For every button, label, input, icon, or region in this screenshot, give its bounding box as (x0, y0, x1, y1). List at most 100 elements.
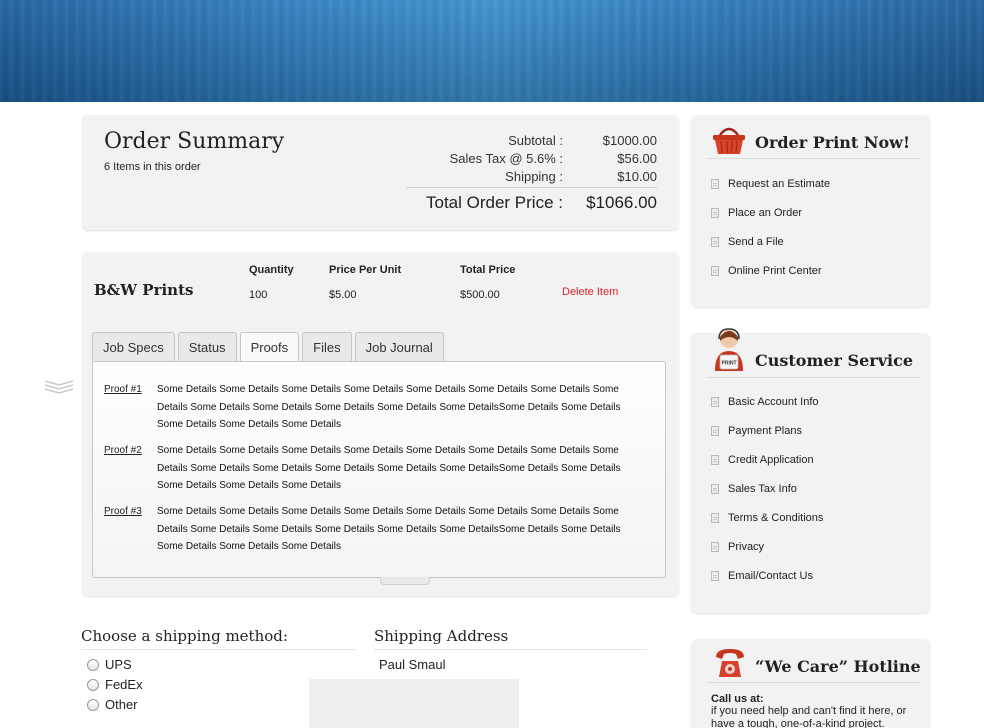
link-label: Payment Plans (728, 425, 802, 437)
basket-icon (713, 127, 745, 154)
sales-tax-value: $56.00 (617, 151, 657, 166)
order-print-now-panel: Order Print Now! Request an Estimate Pla… (691, 115, 930, 307)
total-order-price-value: $1066.00 (586, 193, 657, 212)
divider (707, 682, 920, 683)
link-sales-tax-info[interactable]: Sales Tax Info (711, 483, 797, 495)
tab-job-specs[interactable]: Job Specs (92, 332, 175, 362)
document-icon (711, 208, 719, 218)
total-price-header: Total Price (460, 264, 516, 276)
order-item-panel: B&W Prints Quantity 100 Price Per Unit $… (82, 252, 679, 596)
link-online-print-center[interactable]: Online Print Center (711, 265, 822, 277)
totals-list: Subtotal : $1000.00 Sales Tax @ 5.6% : $56… (397, 132, 657, 186)
link-terms-conditions[interactable]: Terms & Conditions (711, 512, 823, 524)
price-per-unit-value: $5.00 (329, 289, 357, 301)
total-order-price-label: Total Order Price : (426, 193, 563, 212)
radio-button[interactable] (87, 678, 99, 691)
item-tabs: Job Specs Status Proofs Files Job Journa… (92, 332, 444, 363)
shipping-option-ups[interactable]: UPS (87, 657, 132, 672)
proof-details: Some Details Some Details Some Details S… (157, 445, 621, 491)
shipping-cost-value: $10.00 (617, 169, 657, 184)
shipping-option-other[interactable]: Other (87, 697, 138, 712)
link-label: Privacy (728, 541, 765, 553)
proof-entry: Proof #1 Some Details Some Details Some … (104, 381, 634, 434)
link-place-order[interactable]: Place an Order (711, 207, 802, 219)
document-icon (711, 266, 719, 276)
tab-files[interactable]: Files (302, 332, 352, 362)
order-summary-title: Order Summary (104, 129, 285, 154)
link-email-contact[interactable]: Email/Contact Us (711, 570, 813, 582)
link-label: Credit Application (728, 454, 814, 466)
divider (707, 377, 920, 378)
link-request-estimate[interactable]: Request an Estimate (711, 178, 830, 190)
link-label: Terms & Conditions (728, 512, 824, 524)
document-icon (711, 397, 719, 407)
document-icon (711, 455, 719, 465)
quantity-value: 100 (249, 289, 268, 301)
proof-details: Some Details Some Details Some Details S… (157, 506, 621, 552)
document-icon (711, 237, 719, 247)
proof-details: Some Details Some Details Some Details S… (157, 384, 621, 430)
subtotal-label: Subtotal : (508, 133, 563, 148)
link-label: Sales Tax Info (728, 483, 797, 495)
radio-button[interactable] (87, 658, 99, 671)
item-name: B&W Prints (94, 281, 194, 299)
link-label: Basic Account Info (728, 396, 819, 408)
items-count: 6 Items in this order (104, 161, 201, 173)
proof-entry: Proof #3 Some Details Some Details Some … (104, 503, 634, 556)
shipping-method-title: Choose a shipping method: (81, 627, 356, 650)
radio-button[interactable] (87, 698, 99, 711)
link-send-file[interactable]: Send a File (711, 236, 784, 248)
link-label: Email/Contact Us (728, 570, 813, 582)
link-credit-application[interactable]: Credit Application (711, 454, 814, 466)
order-summary-panel: Order Summary 6 Items in this order Subt… (82, 115, 679, 230)
shipping-address-name: Paul Smaul (379, 657, 446, 672)
shipping-address-title: Shipping Address (374, 627, 647, 650)
shipping-option-label: Other (105, 697, 138, 712)
collapse-arrows-icon[interactable] (44, 378, 74, 394)
price-per-unit-column: Price Per Unit $5.00 (329, 264, 401, 301)
hotline-panel: “We Care” Hotline Call us at: if you nee… (691, 639, 930, 728)
tab-status[interactable]: Status (177, 332, 237, 362)
document-icon (711, 179, 719, 189)
link-basic-account-info[interactable]: Basic Account Info (711, 396, 819, 408)
totals-divider (406, 187, 657, 188)
proof-link-3[interactable]: Proof #3 (104, 503, 142, 521)
link-payment-plans[interactable]: Payment Plans (711, 425, 802, 437)
document-icon (711, 426, 719, 436)
tab-job-journal[interactable]: Job Journal (354, 332, 444, 362)
resize-handle[interactable] (380, 577, 430, 585)
hotline-title: “We Care” Hotline (755, 657, 921, 676)
print-badge-text: PRINT (722, 361, 737, 367)
document-icon (711, 542, 719, 552)
document-icon (711, 484, 719, 494)
subtotal-value: $1000.00 (602, 133, 657, 148)
shipping-option-label: FedEx (105, 677, 143, 692)
call-us-label: Call us at: (711, 693, 764, 705)
proof-entry: Proof #2 Some Details Some Details Some … (104, 442, 634, 495)
quantity-header: Quantity (249, 264, 294, 276)
support-agent-icon: PRINT (715, 328, 743, 371)
total-price-value: $500.00 (460, 289, 500, 301)
proof-link-2[interactable]: Proof #2 (104, 442, 142, 460)
link-label: Online Print Center (728, 265, 822, 277)
proofs-tab-content: Proof #1 Some Details Some Details Some … (92, 361, 666, 578)
tab-proofs[interactable]: Proofs (239, 332, 300, 363)
link-label: Place an Order (728, 207, 802, 219)
proof-link-1[interactable]: Proof #1 (104, 381, 142, 399)
grand-total: Total Order Price : $1066.00 (426, 193, 657, 213)
order-print-now-title: Order Print Now! (755, 133, 910, 152)
delete-item-link[interactable]: Delete Item (562, 286, 618, 298)
shipping-cost-label: Shipping : (505, 169, 563, 184)
link-privacy[interactable]: Privacy (711, 541, 764, 553)
document-icon (711, 513, 719, 523)
hotline-help-text: if you need help and can't find it here,… (711, 705, 907, 728)
customer-service-panel: PRINT Customer Service Basic Account Inf… (691, 328, 930, 613)
link-label: Send a File (728, 236, 784, 248)
shipping-option-fedex[interactable]: FedEx (87, 677, 143, 692)
quantity-column: Quantity 100 (249, 264, 294, 301)
sales-tax-label: Sales Tax @ 5.6% : (449, 151, 563, 166)
document-icon (711, 571, 719, 581)
shipping-option-label: UPS (105, 657, 132, 672)
total-price-column: Total Price $500.00 (460, 264, 515, 301)
price-per-unit-header: Price Per Unit (329, 264, 402, 276)
